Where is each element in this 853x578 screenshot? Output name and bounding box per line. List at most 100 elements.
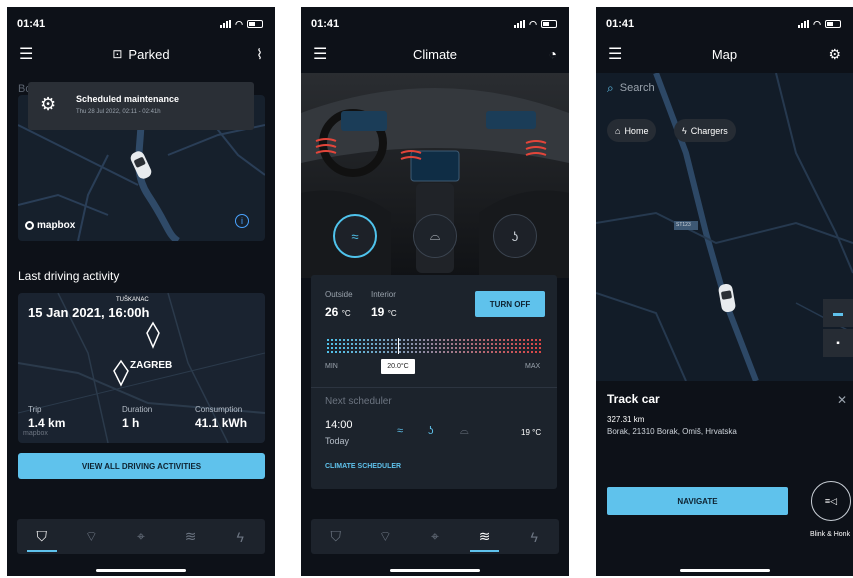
slider-dot bbox=[335, 339, 337, 341]
slider-dot bbox=[499, 351, 501, 353]
slider-dot bbox=[395, 339, 397, 341]
slider-dot bbox=[459, 347, 461, 349]
close-icon[interactable]: ✕ bbox=[837, 393, 847, 407]
turn-off-button[interactable]: TURN OFF bbox=[475, 291, 545, 317]
slider-dot bbox=[375, 347, 377, 349]
schedule-clock-icon[interactable]: ◔ bbox=[549, 46, 557, 62]
consumption-label: Consumption bbox=[195, 405, 243, 414]
slider-dot bbox=[495, 343, 497, 345]
slider-dot bbox=[503, 351, 505, 353]
home-chip[interactable]: ⌂ Home bbox=[607, 119, 657, 142]
slider-dot bbox=[475, 347, 477, 349]
origin-pin-icon bbox=[113, 359, 129, 387]
view-all-activities-button[interactable]: VIEW ALL DRIVING ACTIVITIES bbox=[18, 453, 265, 479]
slider-dot bbox=[435, 347, 437, 349]
duration-stat: Duration 1 h bbox=[122, 405, 152, 430]
menu-icon[interactable]: ☰ bbox=[313, 44, 327, 64]
slider-dot bbox=[435, 351, 437, 353]
destination-pin-icon bbox=[146, 321, 160, 349]
tab-charging[interactable]: ϟ bbox=[509, 519, 559, 554]
slider-dot bbox=[403, 343, 405, 345]
home-indicator bbox=[679, 569, 770, 572]
tab-climate[interactable]: ≋ bbox=[460, 519, 510, 554]
charging-icon: ϟ bbox=[530, 528, 538, 545]
slider-dot bbox=[399, 339, 401, 341]
slider-dot bbox=[375, 351, 377, 353]
slider-dot bbox=[483, 347, 485, 349]
info-icon[interactable]: i bbox=[235, 214, 249, 228]
slider-dot bbox=[443, 351, 445, 353]
tab-overview[interactable]: ⛉ bbox=[311, 519, 361, 554]
slider-dot bbox=[407, 343, 409, 345]
blink-honk-button[interactable]: ≡◁ bbox=[811, 481, 851, 521]
slider-dot bbox=[463, 351, 465, 353]
interior-temp-value: 19 bbox=[371, 305, 385, 319]
slider-dot bbox=[423, 347, 425, 349]
slider-dot bbox=[391, 347, 393, 349]
menu-icon[interactable]: ☰ bbox=[19, 44, 33, 64]
slider-dot bbox=[391, 343, 393, 345]
slider-dot bbox=[335, 343, 337, 345]
slider-dot bbox=[491, 343, 493, 345]
climate-scheduler-link[interactable]: CLIMATE SCHEDULER bbox=[325, 463, 401, 470]
charging-icon: ϟ bbox=[236, 528, 244, 545]
map-search[interactable]: ⌕ Search bbox=[607, 79, 807, 97]
slider-dot bbox=[395, 351, 397, 353]
chargers-chip[interactable]: ϟ Chargers bbox=[674, 119, 736, 142]
slider-dot bbox=[539, 351, 541, 353]
slider-dot bbox=[487, 343, 489, 345]
defrost-button[interactable]: ⌓ bbox=[413, 214, 457, 258]
battery-icon bbox=[541, 20, 557, 28]
tab-map[interactable]: ⌖ bbox=[116, 519, 166, 554]
slider-dot bbox=[531, 343, 533, 345]
slider-dot bbox=[419, 347, 421, 349]
activity-date: 15 Jan 2021, 16:00h bbox=[28, 305, 150, 320]
lock-button[interactable]: ▪ bbox=[823, 329, 853, 357]
menu-icon[interactable]: ☰ bbox=[608, 44, 622, 64]
mapbox-text: mapbox bbox=[37, 220, 76, 231]
next-scheduler-label: Next scheduler bbox=[325, 396, 392, 407]
slider-dot bbox=[471, 351, 473, 353]
shield-icon: ⛉ bbox=[36, 528, 48, 544]
locate-car-button[interactable]: ▬ bbox=[823, 299, 853, 327]
slider-dot bbox=[539, 339, 541, 341]
slider-dot bbox=[535, 347, 537, 349]
tab-climate[interactable]: ≋ bbox=[166, 519, 216, 554]
slider-dot bbox=[507, 347, 509, 349]
seat-vent-button[interactable]: ʖ bbox=[493, 214, 537, 258]
tab-trips[interactable]: ⌔ bbox=[361, 519, 411, 554]
tab-charging[interactable]: ϟ bbox=[215, 519, 265, 554]
slider-dot bbox=[519, 343, 521, 345]
slider-dot bbox=[463, 347, 465, 349]
slider-dot bbox=[403, 351, 405, 353]
slider-dot bbox=[415, 343, 417, 345]
scheduler-time: 14:00 bbox=[325, 419, 353, 431]
mapbox-icon bbox=[25, 221, 34, 230]
slider-dot bbox=[471, 339, 473, 341]
slider-dot bbox=[363, 343, 365, 345]
wifi-icon: ◠ bbox=[813, 18, 821, 29]
track-distance: 327.31 km bbox=[607, 415, 645, 424]
activity-pulse-icon[interactable]: ⌇ bbox=[256, 46, 263, 63]
slider-dot bbox=[343, 347, 345, 349]
navigate-button[interactable]: NAVIGATE bbox=[607, 487, 788, 515]
tab-overview[interactable]: ⛉ bbox=[17, 519, 67, 554]
driving-activity-card[interactable]: TUŠKANAC 15 Jan 2021, 16:00h ZAGREB Trip… bbox=[18, 293, 265, 443]
slider-dot bbox=[423, 339, 425, 341]
card-divider bbox=[311, 387, 557, 388]
wifi-icon: ◠ bbox=[529, 18, 537, 29]
temperature-slider[interactable] bbox=[325, 338, 544, 354]
slider-dot bbox=[515, 351, 517, 353]
steering-heat-button[interactable]: ≈ bbox=[333, 214, 377, 258]
maintenance-notification[interactable]: ⚙ Scheduled maintenance Thu 28 Jul 2022,… bbox=[28, 82, 254, 130]
slider-dot bbox=[519, 347, 521, 349]
slider-dot bbox=[327, 339, 329, 341]
slider-dot bbox=[523, 347, 525, 349]
map-pin-icon: ⌖ bbox=[431, 528, 439, 544]
parked-icon: ⊡ bbox=[112, 47, 123, 61]
tab-trips[interactable]: ⌔ bbox=[67, 519, 117, 554]
settings-gear-icon[interactable]: ⚙ bbox=[828, 46, 841, 63]
slider-dot bbox=[439, 351, 441, 353]
car-route-icon: ⌔ bbox=[378, 527, 392, 544]
tab-map[interactable]: ⌖ bbox=[410, 519, 460, 554]
